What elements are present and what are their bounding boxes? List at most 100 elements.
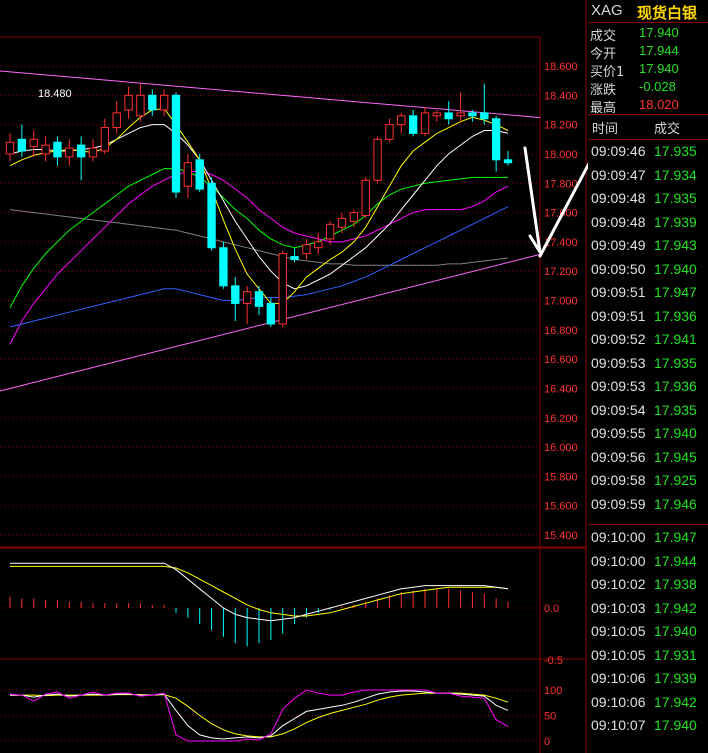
price-tick-label: 18.000 — [544, 149, 578, 161]
tick-time: 09:09:48 — [591, 190, 646, 206]
candle-body — [408, 115, 418, 134]
tick-time: 09:10:05 — [591, 646, 646, 663]
tick-time: 09:09:51 — [591, 284, 646, 300]
tick-price: 17.935 — [654, 401, 697, 418]
ticks-header-time: 时间 — [592, 122, 619, 137]
tick-price: 17.942 — [654, 599, 697, 616]
tick-row: 09:10:00 17.944 — [588, 550, 708, 573]
quote-row: 买价1 17.940 — [588, 60, 708, 80]
candle-body — [242, 291, 252, 304]
tick-time: 09:10:07 — [591, 717, 646, 733]
candle-body — [124, 94, 133, 111]
candle-body — [503, 159, 513, 164]
quote-row: 今开 17.944 — [588, 42, 708, 62]
tick-price: 17.945 — [654, 448, 697, 465]
tick-time: 09:09:51 — [591, 307, 646, 324]
tick-price: 17.943 — [654, 237, 697, 253]
candle-body — [41, 144, 50, 155]
symbol-name: 现货白银 — [637, 4, 698, 22]
candle-body — [100, 127, 110, 152]
tick-time: 09:09:56 — [591, 448, 646, 465]
tick-time: 09:10:06 — [591, 693, 646, 710]
tick-price: 17.939 — [654, 213, 697, 230]
price-tick-label: 17.000 — [544, 296, 578, 308]
quote-header: XAG 现货白银 — [588, 0, 708, 23]
tick-row: 09:09:56 17.945 — [588, 446, 708, 469]
tick-time: 09:09:46 — [591, 143, 646, 159]
candle-body — [432, 112, 442, 117]
chart-area[interactable]: 18.60018.40018.20018.00017.80017.60017.4… — [0, 0, 588, 753]
tick-row: 09:09:52 17.941 — [588, 328, 708, 351]
price-tick-label: 16.800 — [544, 325, 578, 337]
tick-price: 17.931 — [654, 646, 697, 663]
candle-body — [65, 147, 74, 158]
candle-body — [266, 302, 276, 325]
tick-row: 09:10:06 17.939 — [588, 667, 708, 690]
tick-time: 09:09:52 — [591, 331, 646, 347]
tick-time: 09:10:06 — [591, 670, 646, 686]
tick-price: 17.942 — [654, 693, 697, 710]
kdj-tick-label: 50 — [544, 711, 556, 723]
price-tick-label: 17.200 — [544, 266, 578, 278]
symbol-code: XAG — [591, 2, 623, 19]
tick-price: 17.940 — [654, 717, 697, 733]
quote-value: 18.020 — [639, 97, 679, 112]
candle-body — [325, 223, 335, 240]
quote-row: 成交 17.940 — [588, 24, 708, 44]
candle-body — [491, 118, 501, 161]
tick-price: 17.939 — [654, 670, 697, 686]
tick-price: 17.946 — [654, 495, 697, 512]
tick-row: 09:09:50 17.940 — [588, 258, 708, 281]
candle-body — [29, 138, 38, 148]
tick-row: 09:10:00 17.947 — [588, 526, 708, 549]
tick-row: 09:10:06 17.942 — [588, 691, 708, 714]
trendline — [0, 70, 541, 119]
price-tick-label: 17.800 — [544, 178, 578, 190]
candle-body — [373, 138, 382, 181]
candle-body — [207, 182, 216, 249]
candle-body — [88, 147, 98, 158]
tick-price: 17.936 — [654, 307, 697, 324]
tick-row: 09:09:51 17.936 — [588, 305, 708, 328]
tick-row: 09:09:53 17.936 — [588, 375, 708, 398]
macd-tick-label: -0.5 — [544, 655, 563, 667]
tick-time: 09:10:00 — [591, 529, 646, 545]
quote-divider — [588, 114, 708, 115]
tick-time: 09:09:58 — [591, 472, 646, 488]
price-tick-label: 18.400 — [544, 90, 578, 102]
tick-time: 09:09:47 — [591, 166, 646, 183]
candle-body — [112, 112, 121, 129]
price-tick-label: 15.800 — [544, 471, 578, 483]
candle-body — [5, 141, 15, 155]
tick-price: 17.940 — [654, 425, 697, 441]
quote-value: 17.940 — [639, 61, 679, 76]
tick-row: 09:09:48 17.939 — [588, 211, 708, 234]
price-tick-label: 16.200 — [544, 413, 578, 425]
candle-body — [231, 285, 240, 304]
tick-price: 17.947 — [654, 284, 697, 300]
quote-value: 17.940 — [639, 25, 679, 40]
candle-body — [385, 124, 394, 140]
tick-price: 17.944 — [654, 552, 697, 569]
tick-row: 09:09:46 17.935 — [588, 140, 708, 163]
price-tick-label: 16.400 — [544, 383, 578, 395]
price-tick-label: 18.200 — [544, 120, 578, 132]
candle-body — [302, 244, 311, 255]
candle-body — [456, 112, 465, 117]
tick-price: 17.935 — [654, 143, 697, 159]
candle-body — [171, 94, 181, 193]
candle-body — [444, 112, 453, 120]
quote-row: 涨跌 -0.028 — [588, 78, 708, 98]
tick-price: 17.947 — [654, 529, 697, 545]
quote-value: -0.028 — [639, 79, 676, 94]
ticks-header: 时间 成交 — [588, 116, 708, 138]
tick-price: 17.936 — [654, 378, 697, 394]
tick-row: 09:09:53 17.935 — [588, 352, 708, 375]
tick-time: 09:09:49 — [591, 237, 646, 253]
tick-price: 17.935 — [654, 190, 697, 206]
ticks-group-divider — [588, 524, 708, 525]
candle-body — [397, 115, 406, 126]
tick-price: 17.940 — [654, 623, 697, 639]
price-tick-label: 15.400 — [544, 530, 578, 542]
tick-row: 09:09:48 17.935 — [588, 187, 708, 210]
